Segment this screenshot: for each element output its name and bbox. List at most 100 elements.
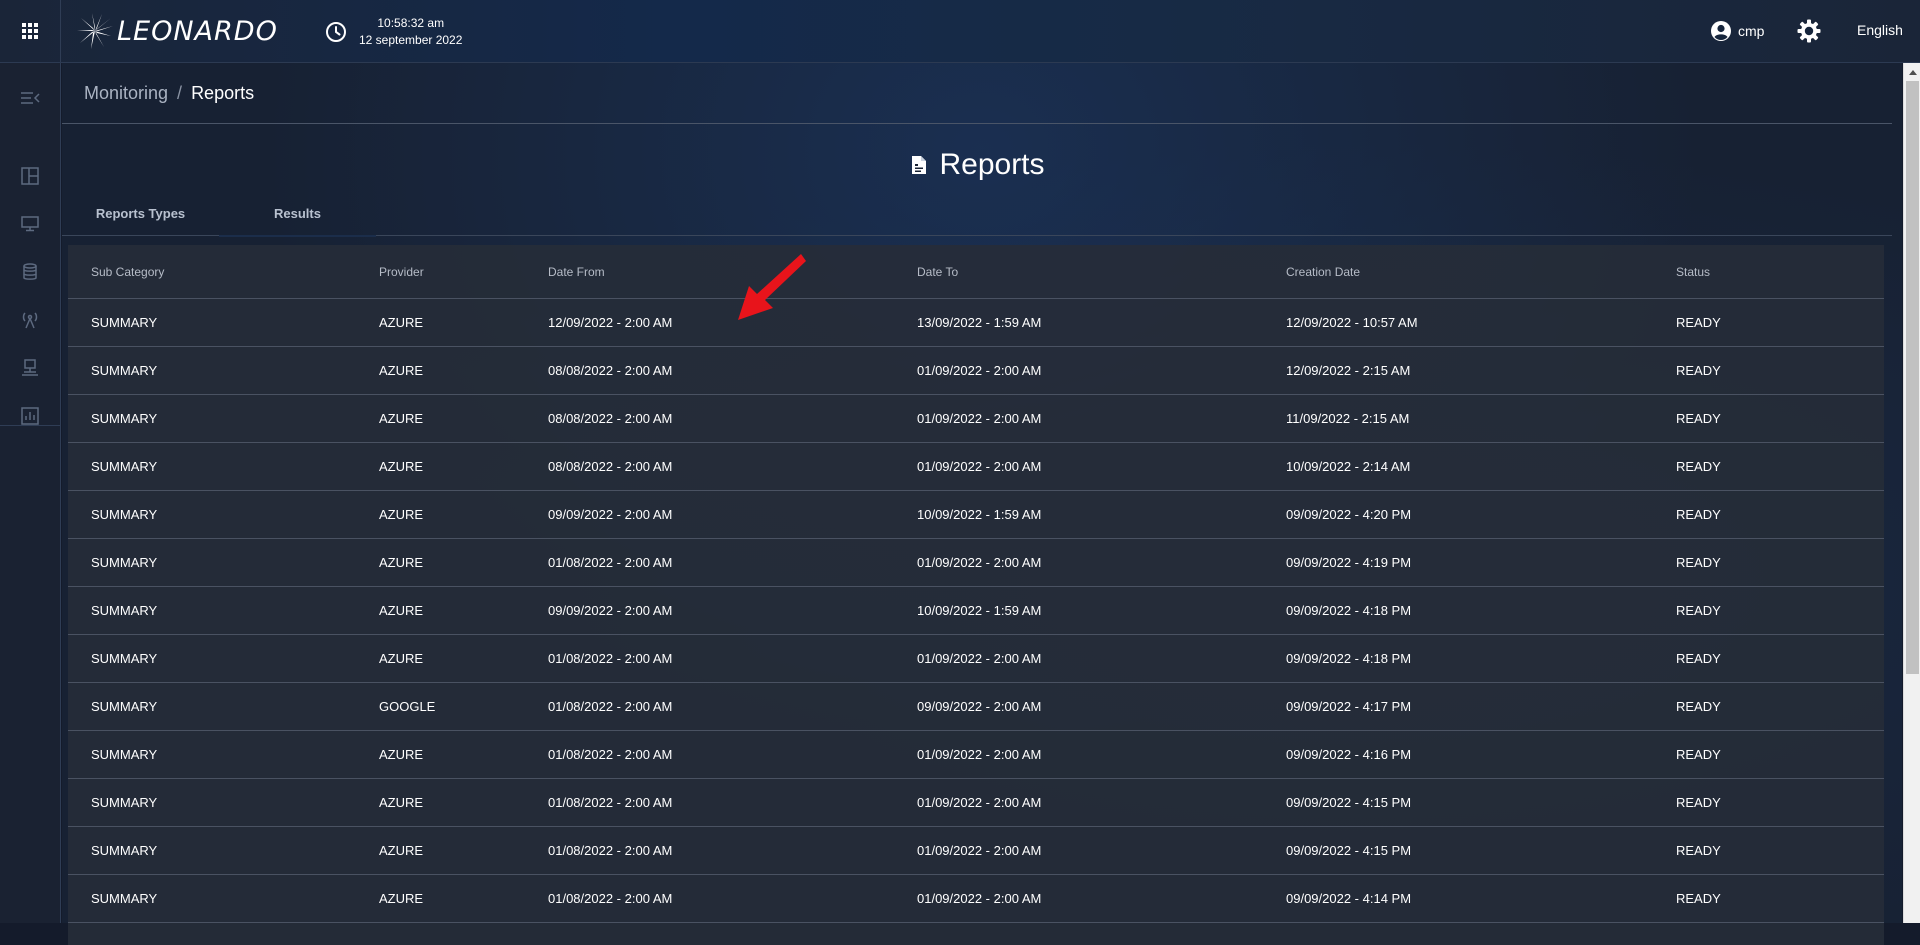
cell-sub-category: SUMMARY (91, 459, 158, 474)
scroll-up-button[interactable] (1904, 63, 1920, 80)
cell-creation-date: 09/09/2022 - 4:14 PM (1286, 891, 1412, 906)
vertical-scrollbar[interactable] (1903, 63, 1920, 923)
cell-sub-category: SUMMARY (91, 363, 158, 378)
cell-date-to: 01/09/2022 - 2:00 AM (917, 555, 1042, 570)
table-row[interactable]: SUMMARY AZURE 01/08/2022 - 2:00 AM 01/09… (68, 635, 1884, 683)
leonardo-logo[interactable]: LEONARDO (77, 12, 278, 50)
column-header-date-from[interactable]: Date From (548, 265, 605, 279)
column-header-date-to[interactable]: Date To (917, 265, 958, 279)
breadcrumb-current: Reports (191, 83, 255, 103)
cell-sub-category: SUMMARY (91, 507, 158, 522)
cell-creation-date: 09/09/2022 - 4:17 PM (1286, 699, 1412, 714)
cell-status: READY (1676, 795, 1721, 810)
cell-date-to: 01/09/2022 - 2:00 AM (917, 411, 1042, 426)
table-header: Sub Category Provider Date From Date To … (68, 245, 1884, 299)
cell-sub-category: SUMMARY (91, 651, 158, 666)
antenna-icon (22, 312, 38, 329)
sidebar-item-dashboard[interactable] (0, 156, 60, 196)
table-row[interactable]: SUMMARY AZURE 01/08/2022 - 2:00 AM 01/09… (68, 539, 1884, 587)
column-header-status[interactable]: Status (1676, 265, 1710, 279)
breadcrumb-divider (62, 123, 1892, 124)
sidebar-item-database[interactable] (0, 252, 60, 292)
main-content: Monitoring / Reports Reports Reports Types… (62, 63, 1902, 945)
table-row[interactable]: SUMMARY AZURE 09/09/2022 - 2:00 AM 10/09… (68, 587, 1884, 635)
cell-provider: AZURE (379, 411, 424, 426)
top-bar: LEONARDO 10:58:32 am 12 september 2022 c… (0, 0, 1920, 63)
breadcrumb-monitoring[interactable]: Monitoring (84, 83, 168, 103)
sidebar-item-reports[interactable] (0, 396, 60, 436)
cell-date-from: 01/08/2022 - 2:00 AM (548, 891, 673, 906)
cell-provider: AZURE (379, 795, 424, 810)
apps-menu-button[interactable] (0, 0, 61, 62)
table-row[interactable]: SUMMARY AZURE 01/08/2022 - 2:00 AM 01/09… (68, 875, 1884, 923)
cell-provider: AZURE (379, 651, 424, 666)
cell-sub-category: SUMMARY (91, 411, 158, 426)
cell-sub-category: SUMMARY (91, 891, 158, 906)
cell-sub-category: SUMMARY (91, 555, 158, 570)
cell-date-to: 01/09/2022 - 2:00 AM (917, 843, 1042, 858)
cell-date-to: 09/09/2022 - 2:00 AM (917, 699, 1042, 714)
cell-provider: AZURE (379, 507, 424, 522)
tab-bar: Reports Types Results (62, 191, 1892, 237)
cell-creation-date: 09/09/2022 - 4:15 PM (1286, 843, 1412, 858)
cell-creation-date: 09/09/2022 - 4:18 PM (1286, 603, 1412, 618)
column-header-provider[interactable]: Provider (379, 265, 424, 279)
cell-date-to: 01/09/2022 - 2:00 AM (917, 747, 1042, 762)
cell-sub-category: SUMMARY (91, 843, 158, 858)
user-menu[interactable]: cmp (1710, 18, 1764, 44)
language-selector[interactable]: English (1857, 22, 1903, 38)
tab-results[interactable]: Results (219, 191, 376, 237)
network-icon (22, 359, 38, 376)
sidebar-item-monitor[interactable] (0, 204, 60, 244)
cell-provider: GOOGLE (379, 699, 436, 714)
settings-button[interactable] (1796, 18, 1822, 44)
scrollbar-thumb[interactable] (1906, 81, 1919, 674)
menu-collapse-icon (21, 92, 40, 104)
table-row[interactable]: SUMMARY AZURE 08/08/2022 - 2:00 AM 01/09… (68, 347, 1884, 395)
table-row[interactable]: SUMMARY AZURE 01/08/2022 - 2:00 AM 01/09… (68, 731, 1884, 779)
cell-sub-category: SUMMARY (91, 699, 158, 714)
sidebar-toggle[interactable] (0, 78, 60, 118)
sidebar-item-antenna[interactable] (0, 300, 60, 340)
table-row[interactable]: SUMMARY AZURE 08/08/2022 - 2:00 AM 01/09… (68, 443, 1884, 491)
cell-provider: AZURE (379, 459, 424, 474)
cell-sub-category: SUMMARY (91, 315, 158, 330)
results-table: Sub Category Provider Date From Date To … (68, 245, 1884, 945)
breadcrumb-separator: / (177, 83, 183, 103)
cell-date-from: 01/08/2022 - 2:00 AM (548, 699, 673, 714)
cell-status: READY (1676, 699, 1721, 714)
red-arrow-icon (738, 254, 806, 320)
cell-sub-category: SUMMARY (91, 795, 158, 810)
table-row[interactable]: SUMMARY AZURE 12/09/2022 - 2:00 AM 13/09… (68, 299, 1884, 347)
column-header-creation-date[interactable]: Creation Date (1286, 265, 1360, 279)
sidebar-item-network[interactable] (0, 348, 60, 388)
cell-creation-date: 09/09/2022 - 4:15 PM (1286, 795, 1412, 810)
table-row[interactable]: SUMMARY AZURE 01/08/2022 - 2:00 AM 01/09… (68, 827, 1884, 875)
column-header-sub-category[interactable]: Sub Category (91, 265, 164, 279)
tab-reports-types[interactable]: Reports Types (62, 191, 219, 236)
cell-date-to: 01/09/2022 - 2:00 AM (917, 459, 1042, 474)
cell-creation-date: 12/09/2022 - 2:15 AM (1286, 363, 1411, 378)
table-row[interactable]: SUMMARY AZURE 08/08/2022 - 2:00 AM 01/09… (68, 395, 1884, 443)
cell-status: READY (1676, 843, 1721, 858)
cell-date-from: 01/08/2022 - 2:00 AM (548, 747, 673, 762)
account-circle-icon (1711, 21, 1731, 41)
cell-creation-date: 10/09/2022 - 2:14 AM (1286, 459, 1411, 474)
cell-provider: AZURE (379, 843, 424, 858)
sidebar (0, 63, 61, 923)
cell-date-from: 01/08/2022 - 2:00 AM (548, 843, 673, 858)
cell-status: READY (1676, 651, 1721, 666)
cell-creation-date: 09/09/2022 - 4:20 PM (1286, 507, 1412, 522)
table-row[interactable]: SUMMARY AZURE 01/08/2022 - 2:00 AM 01/09… (68, 779, 1884, 827)
cell-date-from: 09/09/2022 - 2:00 AM (548, 603, 673, 618)
table-row[interactable]: SUMMARY GOOGLE 01/08/2022 - 2:00 AM 09/0… (68, 683, 1884, 731)
cell-status: READY (1676, 891, 1721, 906)
monitor-icon (21, 216, 39, 232)
user-name: cmp (1738, 23, 1765, 39)
report-icon (21, 407, 39, 425)
cell-date-to: 01/09/2022 - 2:00 AM (917, 795, 1042, 810)
cell-provider: AZURE (379, 555, 424, 570)
clock-text: 10:58:32 am 12 september 2022 (359, 15, 462, 49)
table-row[interactable]: SUMMARY AZURE 09/09/2022 - 2:00 AM 10/09… (68, 491, 1884, 539)
cell-date-from: 08/08/2022 - 2:00 AM (548, 459, 673, 474)
